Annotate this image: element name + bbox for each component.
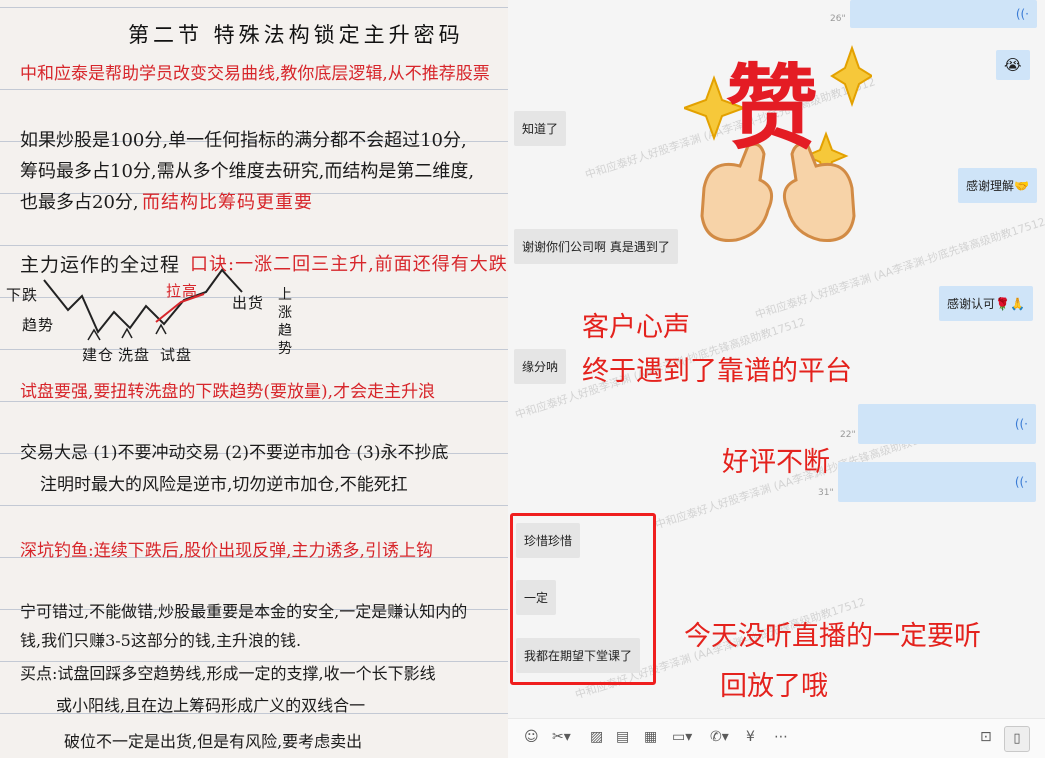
overlay-replay: 回放了哦 <box>720 671 828 702</box>
label-lagao: 拉高 <box>166 282 199 300</box>
para1-line2: 筹码最多占10分,需从多个维度去研究,而结构是第二维度, <box>20 161 475 182</box>
voice-wave-icon: ((· <box>1015 7 1029 21</box>
ending-line3: 买点:试盘回踩多空趋势线,形成一定的支撑,收一个长下影线 <box>20 664 436 683</box>
voice-duration: 31" <box>818 488 834 498</box>
overlay-listen-replay: 今天没听直播的一定要听 <box>684 621 981 652</box>
label-zhang: 涨 <box>278 305 293 321</box>
overlay-customer-voice: 客户心声 <box>582 312 690 343</box>
msg-right[interactable]: 感谢理解🤝 <box>958 168 1037 203</box>
overlay-reliable-platform: 终于遇到了靠谱的平台 <box>582 356 852 387</box>
ending-line4: 或小阳线,且在边上筹码形成广义的双线合一 <box>56 696 366 715</box>
folder-icon[interactable]: ▭▾ <box>672 729 692 745</box>
msg-right[interactable]: 感谢认可🌹🙏 <box>939 286 1033 321</box>
msg-left[interactable]: 一定 <box>516 580 557 615</box>
phone-icon[interactable]: ✆▾ <box>710 729 729 745</box>
deep-pit-note: 深坑钓鱼:连续下跌后,股价出现反弹,主力诱多,引诱上钩 <box>20 541 433 561</box>
label-xipan: 洗盘 <box>118 346 151 364</box>
ending-line5: 破位不一定是出货,但是有风险,要考虑卖出 <box>64 732 363 751</box>
notes-title: 第二节 特殊法构锁定主升密码 <box>128 23 464 47</box>
window-icon[interactable]: ⊡ <box>980 729 992 745</box>
msg-left[interactable]: 知道了 <box>514 111 567 146</box>
para1-line1: 如果炒股是100分,单一任何指标的满分都不会超过10分, <box>20 130 467 151</box>
overlay-good-reviews: 好评不断 <box>722 447 830 478</box>
note-line: 注明时最大的风险是逆市,切勿逆市加仓,不能死扛 <box>40 475 408 495</box>
label-shi: 势 <box>278 341 293 357</box>
document-icon[interactable]: ▤ <box>616 729 629 745</box>
label-jiancang: 建仓 <box>82 346 115 364</box>
praise-character: 赞 <box>726 55 819 162</box>
more-icon[interactable]: ⋯ <box>774 729 788 745</box>
msg-left[interactable]: 谢谢你们公司啊 真是遇到了 <box>514 229 678 264</box>
emoji-bubble[interactable]: 😭 <box>996 50 1030 80</box>
label-xia: 下跌 <box>6 286 39 304</box>
trial-note: 试盘要强,要扭转洗盘的下跌趋势(要放量),才会走主升浪 <box>20 382 436 402</box>
voice-duration: 22" <box>840 430 856 440</box>
label-qu: 趋 <box>278 323 293 339</box>
trade-rules: 交易大忌 (1)不要冲动交易 (2)不要逆市加仓 (3)永不抄底 <box>20 443 449 463</box>
handwritten-notes: 第二节 特殊法构锁定主升密码 中和应泰是帮助学员改变交易曲线,教你底层逻辑,从不… <box>0 0 508 758</box>
para1-red: 而结构比筹码更重要 <box>142 192 313 213</box>
chat-panel: 中和应泰好人好股李泽渊 (AA李泽渊-抄底先锋高级助教17512 中和应泰好人好… <box>508 0 1045 758</box>
msg-left[interactable]: 缘分呐 <box>514 349 567 384</box>
chat-toolbar: ☺ ✂▾ ▨ ▤ ▦ ▭▾ ✆▾ ¥ ⋯ ⊡ ▯ <box>508 718 1045 758</box>
label-chuhuo: 出货 <box>232 294 265 312</box>
voice-message[interactable]: ((· <box>858 404 1036 444</box>
ending-line2: 钱,我们只赚3-5这部分的钱,主升浪的钱. <box>20 631 302 650</box>
voice-duration: 26" <box>830 14 846 24</box>
voice-message[interactable]: ((· <box>838 462 1036 502</box>
voice-message[interactable]: ((· <box>850 0 1037 28</box>
voice-wave-icon: ((· <box>1014 475 1028 489</box>
label-qushi: 趋势 <box>22 316 55 334</box>
label-shang: 上 <box>278 287 293 303</box>
calendar-icon[interactable]: ▦ <box>644 729 657 745</box>
msg-left[interactable]: 我都在期望下堂课了 <box>516 638 641 673</box>
voice-wave-icon: ((· <box>1014 417 1028 431</box>
notes-subtitle: 中和应泰是帮助学员改变交易曲线,教你底层逻辑,从不推荐股票 <box>20 64 490 84</box>
image-icon[interactable]: ▨ <box>590 729 603 745</box>
smile-icon[interactable]: ☺ <box>524 729 539 745</box>
sidebar-toggle-icon[interactable]: ▯ <box>1004 726 1030 752</box>
yuan-icon[interactable]: ¥ <box>746 729 755 745</box>
para1-line3: 也最多占20分, <box>20 192 139 213</box>
scissors-icon[interactable]: ✂▾ <box>552 729 571 745</box>
msg-left[interactable]: 珍惜珍惜 <box>516 523 581 558</box>
ending-line1: 宁可错过,不能做错,炒股最重要是本金的安全,一定是赚认知内的 <box>20 602 468 621</box>
label-shipan: 试盘 <box>160 346 193 364</box>
